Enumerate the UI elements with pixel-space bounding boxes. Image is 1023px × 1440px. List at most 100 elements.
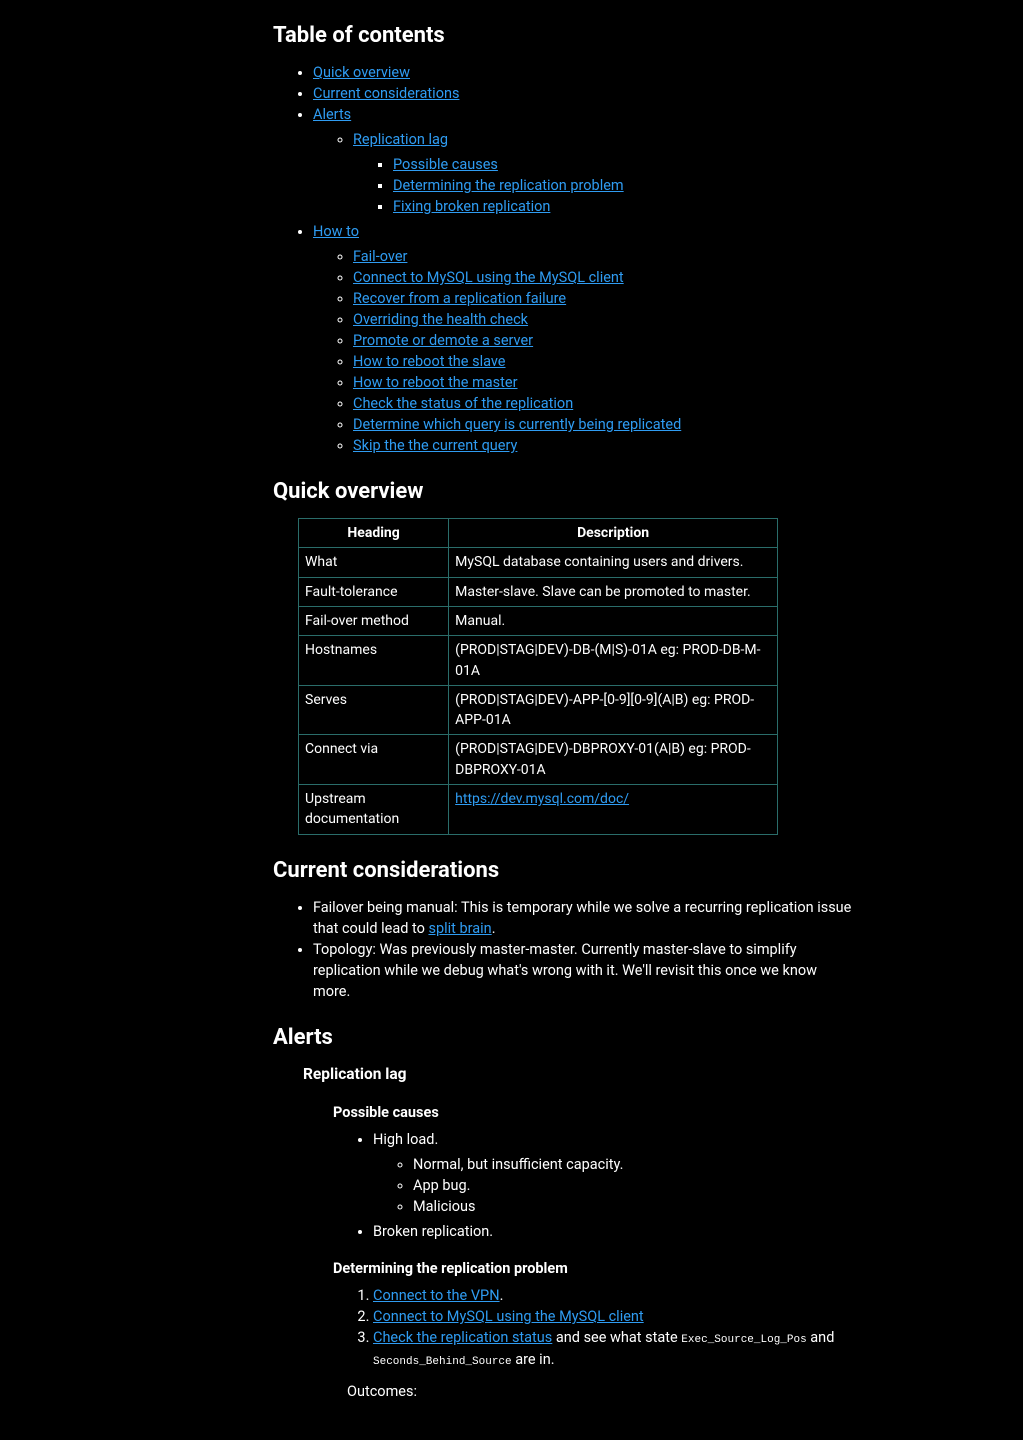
toc-sublist: Fail-over Connect to MySQL using the MyS… [313,246,853,456]
outcomes-label: Outcomes: [347,1381,853,1402]
section-quick-heading: Quick overview [273,476,853,508]
toc-sublist: Replication lag Possible causes Determin… [313,129,853,217]
possible-list: High load. Normal, but insufficient capa… [333,1129,853,1242]
cell-desc: https://dev.mysql.com/doc/ [449,785,778,835]
list-item: High load. Normal, but insufficient capa… [373,1129,853,1217]
list-item: Malicious [413,1196,853,1217]
th-description: Description [449,519,778,548]
table-row: Fail-over method Manual. [299,606,778,635]
toc-item: Alerts Replication lag Possible causes D… [313,104,853,217]
toc-item: Recover from a replication failure [353,288,853,309]
text: . [500,1287,504,1304]
list-item: App bug. [413,1175,853,1196]
toc-item: Overriding the health check [353,309,853,330]
toc-link-current[interactable]: Current considerations [313,85,459,102]
toc-item: Determining the replication problem [393,175,853,196]
text: Failover being manual: This is temporary… [313,899,851,937]
toc-item: Replication lag Possible causes Determin… [353,129,853,217]
toc-link-possible[interactable]: Possible causes [393,156,498,173]
section-alerts-heading: Alerts [273,1022,853,1054]
step-link-check[interactable]: Check the replication status [373,1329,552,1346]
toc-link-alerts[interactable]: Alerts [313,106,351,123]
toc-link-failover[interactable]: Fail-over [353,248,407,265]
toc-link-connect[interactable]: Connect to MySQL using the MySQL client [353,269,624,286]
toc-item: Quick overview [313,62,853,83]
upstream-link[interactable]: https://dev.mysql.com/doc/ [455,791,629,807]
replag-heading: Replication lag [303,1063,853,1085]
current-list: Failover being manual: This is temporary… [273,897,853,1002]
code-inline: Exec_Source_Log_Pos [681,1334,806,1346]
toc-item: Fail-over [353,246,853,267]
table-row: Upstream documentation https://dev.mysql… [299,785,778,835]
toc-item: How to reboot the master [353,372,853,393]
text: . [492,920,496,937]
table-row: What MySQL database containing users and… [299,548,778,577]
toc-heading: Table of contents [273,20,853,52]
step-link-connect[interactable]: Connect to MySQL using the MySQL client [373,1308,644,1325]
toc-list: Quick overview Current considerations Al… [273,62,853,456]
toc-link-override[interactable]: Overriding the health check [353,311,528,328]
cell-heading: Hostnames [299,636,449,686]
list-item: Broken replication. [373,1221,853,1242]
table-row: Connect via (PROD|STAG|DEV)-DBPROXY-01(A… [299,735,778,785]
table-row: Fault-tolerance Master-slave. Slave can … [299,577,778,606]
toc-link-fixing[interactable]: Fixing broken replication [393,198,550,215]
toc-link-quick[interactable]: Quick overview [313,64,410,81]
toc-item: Current considerations [313,83,853,104]
section-current-heading: Current considerations [273,855,853,887]
list-item: Connect to MySQL using the MySQL client [373,1306,853,1327]
possible-heading: Possible causes [333,1102,853,1123]
document-content: Table of contents Quick overview Current… [263,20,863,1440]
determining-heading: Determining the replication problem [333,1258,853,1279]
toc-link-determining[interactable]: Determining the replication problem [393,177,624,194]
alerts-content: Replication lag Possible causes High loa… [303,1063,853,1402]
cell-heading: Serves [299,685,449,735]
cell-heading: What [299,548,449,577]
replag-content: Possible causes High load. Normal, but i… [333,1102,853,1402]
cell-desc: (PROD|STAG|DEV)-DBPROXY-01(A|B) eg: PROD… [449,735,778,785]
cell-desc: (PROD|STAG|DEV)-DB-(M|S)-01A eg: PROD-DB… [449,636,778,686]
list-item: Failover being manual: This is temporary… [313,897,853,939]
toc-item: Skip the the current query [353,435,853,456]
cell-heading: Fault-tolerance [299,577,449,606]
text: High load. [373,1131,438,1148]
toc-link-replag[interactable]: Replication lag [353,131,448,148]
toc-item: Possible causes [393,154,853,175]
list-item: Check the replication status and see wha… [373,1327,853,1371]
cell-desc: MySQL database containing users and driv… [449,548,778,577]
determining-steps: Connect to the VPN. Connect to MySQL usi… [333,1285,853,1371]
toc-link-skip[interactable]: Skip the the current query [353,437,517,454]
step-link-vpn[interactable]: Connect to the VPN [373,1287,500,1304]
table-row: Hostnames (PROD|STAG|DEV)-DB-(M|S)-01A e… [299,636,778,686]
cell-desc: (PROD|STAG|DEV)-APP-[0-9][0-9](A|B) eg: … [449,685,778,735]
toc-item: Connect to MySQL using the MySQL client [353,267,853,288]
toc-item: Determine which query is currently being… [353,414,853,435]
text: and see what state [552,1329,681,1346]
toc-link-promote[interactable]: Promote or demote a server [353,332,533,349]
toc-item: How to Fail-over Connect to MySQL using … [313,221,853,456]
quick-table: Heading Description What MySQL database … [298,518,778,835]
toc-link-checkstatus[interactable]: Check the status of the replication [353,395,573,412]
toc-link-howto[interactable]: How to [313,223,359,240]
cell-heading: Connect via [299,735,449,785]
list-item: Connect to the VPN. [373,1285,853,1306]
toc-sublist: Possible causes Determining the replicat… [353,154,853,217]
list-item: Topology: Was previously master-master. … [313,939,853,1002]
toc-link-determine[interactable]: Determine which query is currently being… [353,416,681,433]
list-item: Normal, but insufficient capacity. [413,1154,853,1175]
toc-link-rebootmaster[interactable]: How to reboot the master [353,374,518,391]
cell-heading: Fail-over method [299,606,449,635]
text: and [807,1329,835,1346]
table-row: Serves (PROD|STAG|DEV)-APP-[0-9][0-9](A|… [299,685,778,735]
toc-item: Promote or demote a server [353,330,853,351]
toc-link-recover[interactable]: Recover from a replication failure [353,290,566,307]
toc-link-rebootslave[interactable]: How to reboot the slave [353,353,506,370]
split-brain-link[interactable]: split brain [428,920,491,937]
text: are in. [512,1351,555,1368]
sublist: Normal, but insufficient capacity. App b… [373,1154,853,1217]
th-heading: Heading [299,519,449,548]
toc-item: How to reboot the slave [353,351,853,372]
cell-desc: Manual. [449,606,778,635]
cell-desc: Master-slave. Slave can be promoted to m… [449,577,778,606]
toc-item: Check the status of the replication [353,393,853,414]
